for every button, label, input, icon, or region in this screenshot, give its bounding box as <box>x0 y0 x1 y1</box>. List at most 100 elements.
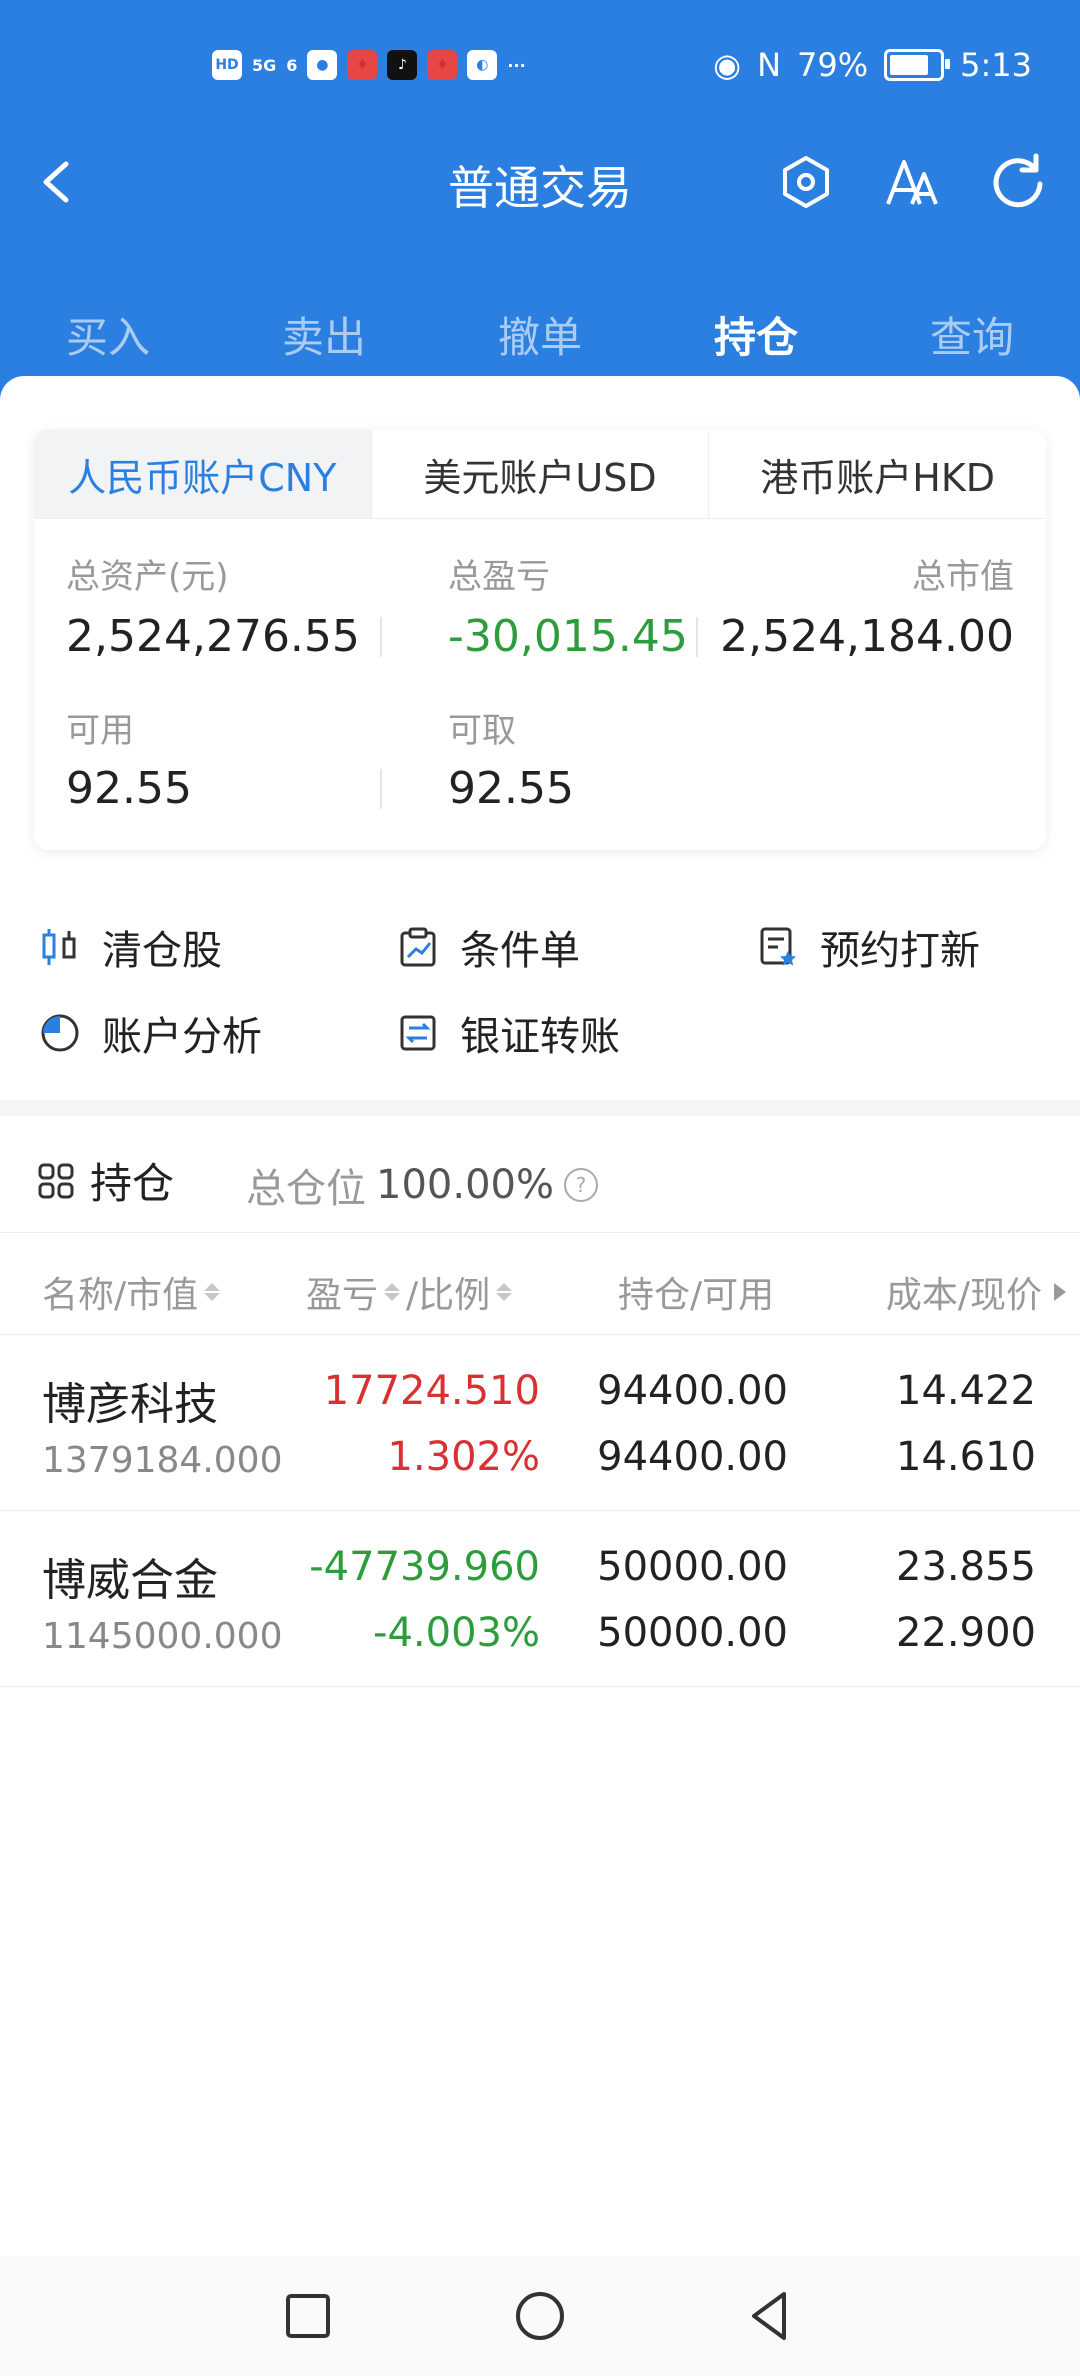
recent-apps-icon[interactable] <box>278 2286 338 2346</box>
status-bar: HD 5G 6 ● ♦ ♪ ♦ ◐ ··· ◉ N 79% 5:13 <box>0 0 1080 130</box>
quick-actions: 清仓股 条件单 预约打新 账户分析 银证转账 <box>0 900 1080 1100</box>
bank-transfer-label: 银证转账 <box>460 1014 620 1060</box>
tab-hkd-account[interactable]: 港币账户HKD <box>709 430 1046 518</box>
status-left-icons: HD 5G 6 ● ♦ ♪ ♦ ◐ ··· <box>212 50 526 80</box>
profit-loss: 17724.510 <box>323 1368 540 1414</box>
tiktok-icon: ♪ <box>387 50 418 80</box>
ipo-reservation-button[interactable]: 预约打新 <box>756 918 980 976</box>
section-divider <box>0 1100 1080 1116</box>
scroll-right-icon <box>1054 1283 1066 1301</box>
app-notification-icon-2: ♦ <box>427 50 458 80</box>
status-right: ◉ N 79% 5:13 <box>713 46 1032 84</box>
document-star-icon <box>760 927 796 966</box>
conditional-order-label: 条件单 <box>460 928 580 974</box>
app-header: HD 5G 6 ● ♦ ♪ ♦ ◐ ··· ◉ N 79% 5:13 普通交易 <box>0 0 1080 400</box>
nfc-icon: N <box>757 46 782 84</box>
clipboard-chart-icon <box>400 927 436 967</box>
sort-icon <box>384 1283 401 1301</box>
font-size-icon <box>886 160 938 205</box>
stock-name: 博彦科技 <box>42 1379 218 1430</box>
col-name-value[interactable]: 名称/市值 <box>42 1266 221 1318</box>
account-card: 人民币账户CNY 美元账户USD 港币账户HKD 总资产(元) 2,524,27… <box>34 430 1046 850</box>
cost-price: 14.422 <box>896 1368 1036 1414</box>
conditional-order-button[interactable]: 条件单 <box>396 918 580 976</box>
position-ratio: 总仓位 100.00% ? <box>246 1156 598 1214</box>
position-ratio-label: 总仓位 <box>246 1166 366 1212</box>
back-nav-icon[interactable] <box>740 2286 800 2346</box>
refresh-icon <box>993 153 1043 208</box>
total-pl-label: 总盈亏 <box>448 557 550 597</box>
current-price: 14.610 <box>896 1434 1036 1480</box>
more-icon: ··· <box>507 55 526 75</box>
holdings-title-label: 持仓 <box>90 1159 175 1208</box>
hd-icon: HD <box>212 50 242 80</box>
profit-loss: -47739.960 <box>309 1544 540 1590</box>
account-analysis-label: 账户分析 <box>102 1014 262 1060</box>
hexagon-settings-icon <box>783 156 829 208</box>
col-pl-ratio[interactable]: 盈亏 /比例 <box>306 1266 513 1318</box>
withdrawable-value: 92.55 <box>448 763 574 814</box>
home-icon[interactable] <box>510 2286 570 2346</box>
sort-icon <box>204 1283 221 1301</box>
col-cost-price[interactable]: 成本/现价 <box>886 1266 1066 1318</box>
current-price: 22.900 <box>896 1610 1036 1656</box>
help-icon[interactable]: ? <box>563 1168 598 1202</box>
app-notification-icon: ♦ <box>347 50 378 80</box>
withdrawable-label: 可取 <box>448 711 516 751</box>
ipo-reservation-label: 预约打新 <box>820 928 980 974</box>
table-row[interactable]: 博威合金 1145000.000 -47739.960 -4.003% 5000… <box>0 1510 1080 1687</box>
profit-loss-ratio: -4.003% <box>373 1610 540 1656</box>
col-position: 持仓/可用 <box>618 1266 774 1318</box>
cost-price: 23.855 <box>896 1544 1036 1590</box>
divider <box>696 617 698 657</box>
total-pl-value: -30,015.45 <box>448 611 688 662</box>
market-value-label: 总市值 <box>912 557 1014 597</box>
account-currency-tabs: 人民币账户CNY 美元账户USD 港币账户HKD <box>34 430 1046 519</box>
pie-chart-icon <box>41 1014 79 1052</box>
account-analysis-button[interactable]: 账户分析 <box>38 1004 262 1062</box>
position-ratio-value: 100.00% <box>376 1162 554 1208</box>
stock-name: 博威合金 <box>42 1555 218 1606</box>
col-pl-label: 盈亏 <box>306 1275 379 1316</box>
divider <box>380 617 382 657</box>
wifi-icon: 6 <box>286 55 298 75</box>
tab-cny-account[interactable]: 人民币账户CNY <box>34 430 372 518</box>
font-size-button[interactable] <box>880 150 944 214</box>
available-value: 92.55 <box>66 763 192 814</box>
battery-percent: 79% <box>797 46 869 84</box>
bank-transfer-button[interactable]: 银证转账 <box>396 1004 620 1062</box>
total-assets-value: 2,524,276.55 <box>66 611 360 662</box>
available-qty: 50000.00 <box>597 1610 788 1656</box>
position-qty: 50000.00 <box>597 1544 788 1590</box>
col-cost-price-label: 成本/现价 <box>885 1275 1042 1316</box>
holdings-title: 持仓 <box>36 1150 174 1211</box>
col-ratio-label: /比例 <box>406 1275 491 1316</box>
clear-stocks-button[interactable]: 清仓股 <box>38 918 222 976</box>
market-value: 1379184.000 <box>42 1440 283 1481</box>
account-stats: 总资产(元) 2,524,276.55 总盈亏 -30,015.45 总市值 2… <box>34 519 1046 851</box>
divider <box>380 769 382 809</box>
clock: 5:13 <box>960 46 1032 84</box>
profit-loss-ratio: 1.302% <box>387 1434 540 1480</box>
table-row[interactable]: 博彦科技 1379184.000 17724.510 1.302% 94400.… <box>0 1334 1080 1511</box>
market-value-value: 2,524,184.00 <box>720 611 1014 662</box>
col-name-value-label: 名称/市值 <box>42 1275 199 1316</box>
signal-5g-icon: 5G <box>252 55 277 75</box>
nav-actions <box>774 150 1050 214</box>
browser-app-icon: ● <box>307 50 338 80</box>
system-navigation-bar <box>0 2256 1080 2376</box>
candlestick-icon <box>42 929 76 965</box>
nav-bar: 普通交易 <box>0 130 1080 240</box>
clear-stocks-label: 清仓股 <box>102 928 222 974</box>
grid-icon <box>38 1163 74 1198</box>
position-qty: 94400.00 <box>597 1368 788 1414</box>
battery-icon <box>884 49 951 81</box>
tab-usd-account[interactable]: 美元账户USD <box>372 430 710 518</box>
settings-button[interactable] <box>774 150 838 214</box>
market-value: 1145000.000 <box>42 1616 283 1657</box>
col-position-label: 持仓/可用 <box>618 1275 775 1316</box>
refresh-button[interactable] <box>986 150 1050 214</box>
transfer-icon <box>400 1015 436 1051</box>
holdings-table-header: 名称/市值 盈亏 /比例 持仓/可用 成本/现价 <box>0 1232 1080 1335</box>
chat-app-icon: ◐ <box>467 50 498 80</box>
